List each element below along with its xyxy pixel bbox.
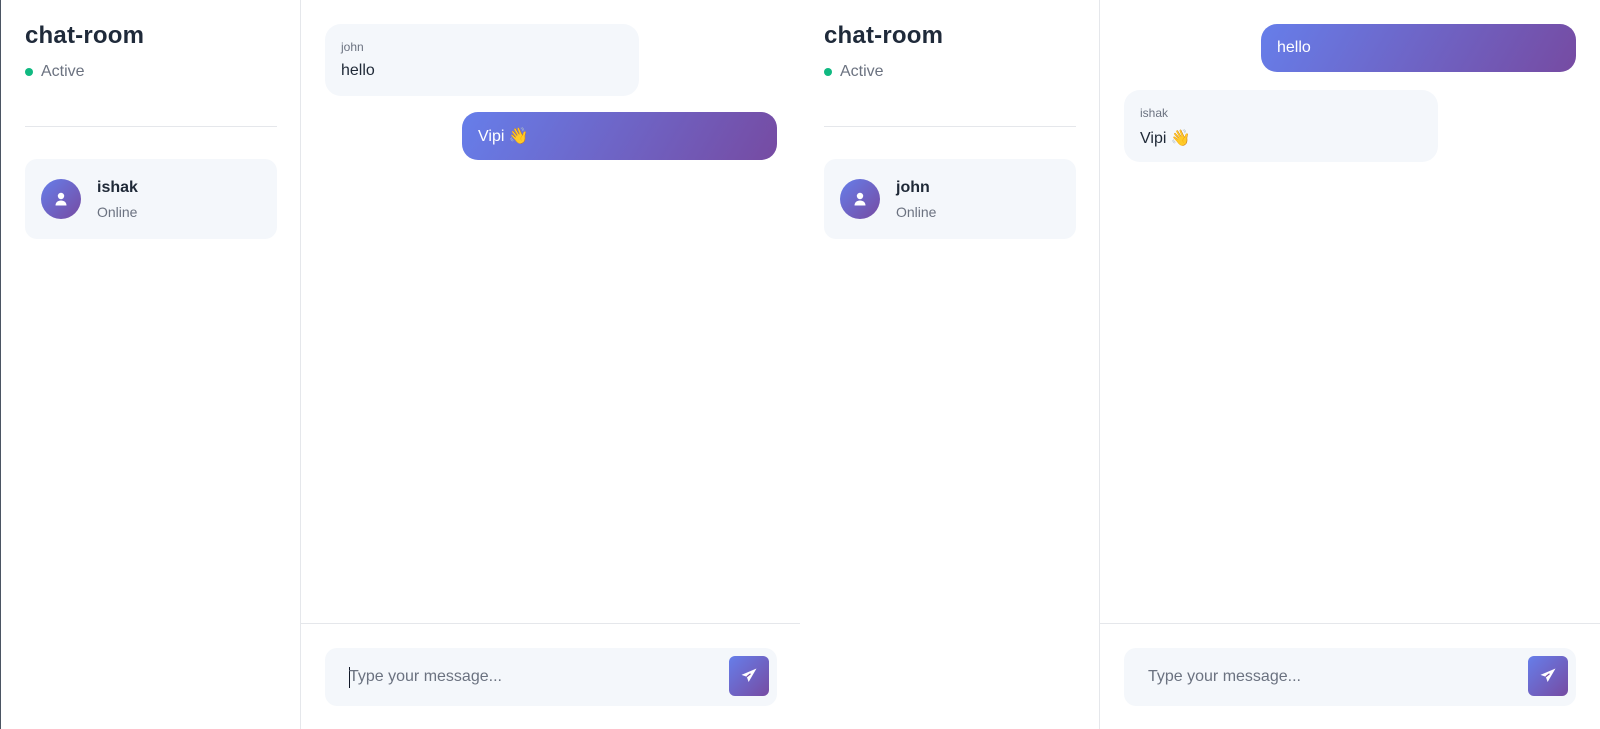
room-status-label: Active [840, 63, 884, 80]
room-status-label: Active [41, 63, 85, 80]
sidebar: chat-room Active ishak Online [1, 0, 301, 729]
composer [1124, 648, 1576, 706]
room-title: chat-room [824, 22, 944, 49]
contact-name: john [896, 179, 930, 196]
chat-area: john hello Vipi 👋 [301, 0, 801, 729]
message-incoming: john hello [325, 24, 639, 96]
message-list: hello ishak Vipi 👋 [1100, 0, 1600, 623]
send-button[interactable] [1528, 656, 1568, 696]
message-text: Vipi 👋 [1140, 130, 1191, 147]
chat-window-right: chat-room Active john Online hello ishak… [800, 0, 1600, 729]
chat-area: hello ishak Vipi 👋 [1100, 0, 1600, 729]
composer-bar [1100, 623, 1600, 729]
send-button[interactable] [729, 656, 769, 696]
message-text: Vipi 👋 [478, 128, 529, 145]
message-outgoing: hello [1261, 24, 1576, 72]
room-title: chat-room [25, 22, 145, 49]
contact-name: ishak [97, 179, 138, 196]
contact-card[interactable]: john Online [824, 159, 1076, 239]
contact-status: Online [97, 204, 138, 220]
status-dot-icon [824, 68, 832, 76]
paper-plane-icon [1540, 668, 1556, 682]
sidebar-divider [25, 126, 277, 127]
user-icon [840, 179, 880, 219]
chat-window-left: chat-room Active ishak Online john hello… [0, 0, 801, 729]
message-list: john hello Vipi 👋 [301, 0, 801, 623]
message-incoming: ishak Vipi 👋 [1124, 90, 1438, 162]
message-input[interactable] [1140, 656, 1520, 698]
message-text: hello [1277, 39, 1311, 56]
message-author: john [341, 40, 364, 54]
sidebar-divider [824, 126, 1076, 127]
message-author: ishak [1140, 106, 1169, 120]
user-icon [41, 179, 81, 219]
sidebar: chat-room Active john Online [800, 0, 1100, 729]
paper-plane-icon [741, 668, 757, 682]
status-dot-icon [25, 68, 33, 76]
message-outgoing: Vipi 👋 [462, 112, 777, 160]
room-status: Active [25, 63, 85, 81]
composer [325, 648, 777, 706]
composer-bar [301, 623, 801, 729]
message-input[interactable] [341, 656, 721, 698]
contact-status: Online [896, 204, 937, 220]
message-text: hello [341, 62, 375, 79]
contact-card[interactable]: ishak Online [25, 159, 277, 239]
room-status: Active [824, 63, 884, 81]
